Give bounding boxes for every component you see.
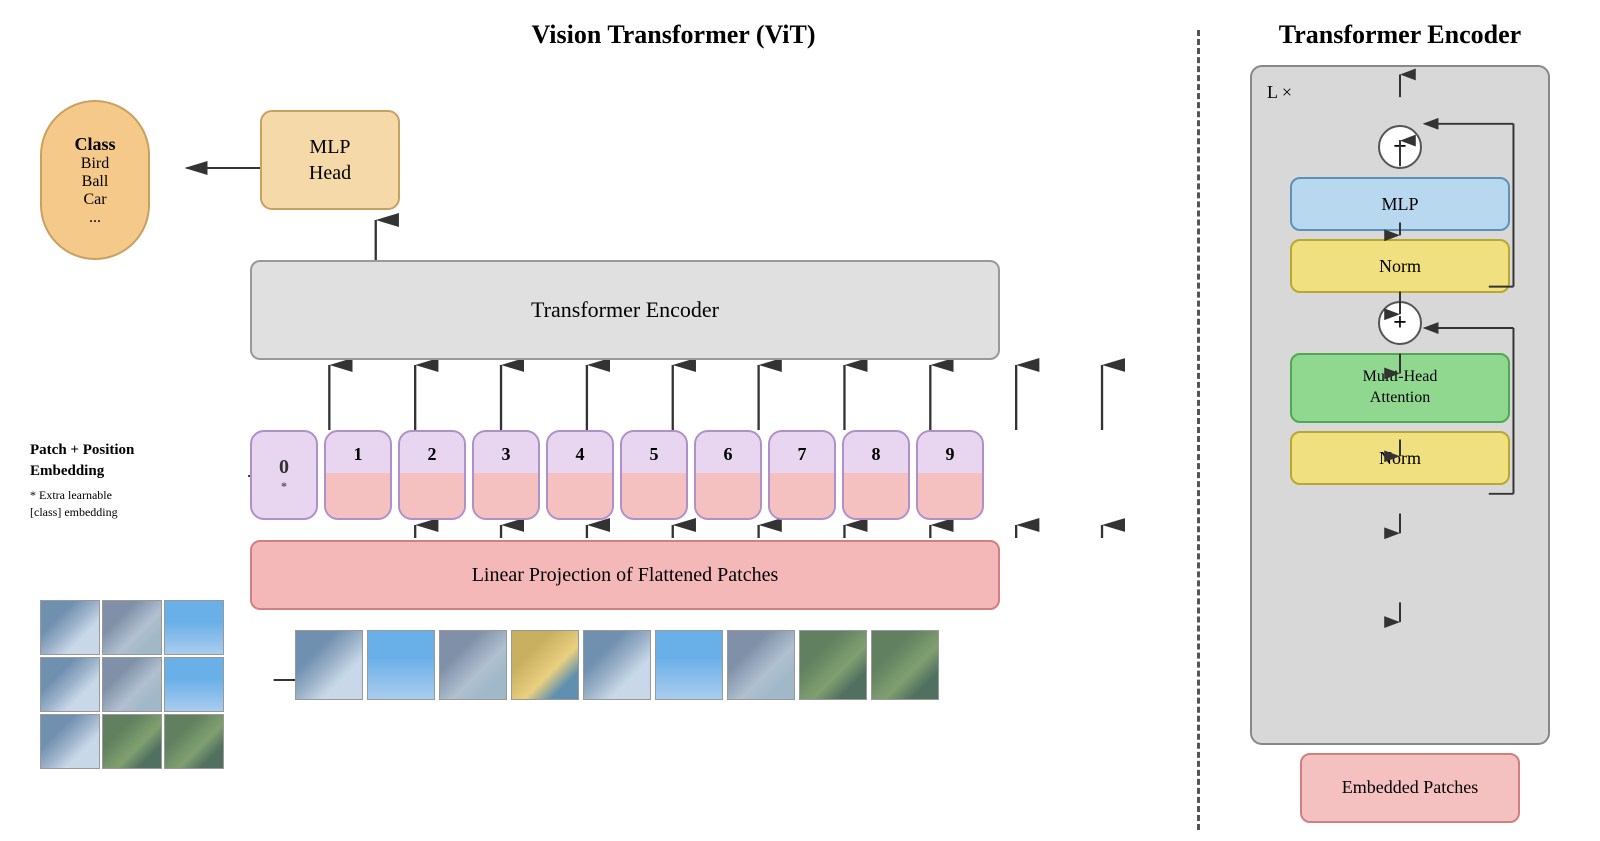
encoder-mlp-label: MLP bbox=[1381, 194, 1418, 215]
token-bottom-4 bbox=[548, 473, 612, 518]
mlp-head-label: MLPHead bbox=[309, 134, 351, 186]
flat-patch-8 bbox=[799, 630, 867, 700]
encoder-norm-top-label: Norm bbox=[1379, 256, 1421, 277]
lx-label: L × bbox=[1267, 82, 1292, 103]
class-item-ellipsis: ... bbox=[89, 209, 101, 227]
token-top-9: 9 bbox=[918, 432, 982, 477]
token-top-6: 6 bbox=[696, 432, 760, 477]
token-top-1: 1 bbox=[326, 432, 390, 477]
embedded-patches-box: Embedded Patches bbox=[1300, 753, 1520, 823]
token-top-7: 7 bbox=[770, 432, 834, 477]
extra-note: * Extra learnable[class] embedding bbox=[30, 487, 210, 521]
token-bottom-1 bbox=[326, 473, 390, 518]
token-4: 4 bbox=[546, 430, 614, 520]
transformer-encoder-label: Transformer Encoder bbox=[531, 297, 719, 323]
linear-projection-box: Linear Projection of Flattened Patches bbox=[250, 540, 1000, 610]
transformer-encoder-box: Transformer Encoder bbox=[250, 260, 1000, 360]
encoder-section: Transformer Encoder L × bbox=[1230, 20, 1570, 820]
token-num-0: 0 bbox=[279, 456, 289, 479]
token-star: * bbox=[281, 479, 287, 494]
class-label: Class bbox=[74, 134, 115, 155]
embedded-patches-label: Embedded Patches bbox=[1342, 775, 1478, 800]
source-patch-7 bbox=[40, 714, 100, 769]
linear-proj-label: Linear Projection of Flattened Patches bbox=[472, 564, 779, 587]
token-9: 9 bbox=[916, 430, 984, 520]
encoder-mlp-block: MLP bbox=[1290, 177, 1510, 231]
flat-patch-4 bbox=[511, 630, 579, 700]
plus-symbol-top: + bbox=[1393, 134, 1407, 161]
class-item-car: Car bbox=[83, 191, 106, 209]
encoder-norm-top: Norm bbox=[1290, 239, 1510, 293]
vit-section: Vision Transformer (ViT) bbox=[30, 20, 1167, 820]
flat-patch-2 bbox=[367, 630, 435, 700]
flat-patches-row bbox=[295, 630, 939, 700]
mlp-head-box: MLPHead bbox=[260, 110, 400, 210]
token-bottom-8 bbox=[844, 473, 908, 518]
flat-patch-3 bbox=[439, 630, 507, 700]
token-top-8: 8 bbox=[844, 432, 908, 477]
section-divider bbox=[1197, 30, 1200, 830]
encoder-norm-bottom-label: Norm bbox=[1379, 448, 1421, 469]
source-patch-1 bbox=[40, 600, 100, 655]
token-bottom-9 bbox=[918, 473, 982, 518]
class-item-ball: Ball bbox=[82, 173, 109, 191]
encoder-mha-label: Multi-HeadAttention bbox=[1363, 367, 1438, 409]
tokens-row: 0 * 1 2 3 4 5 bbox=[250, 430, 984, 520]
token-top-2: 2 bbox=[400, 432, 464, 477]
flat-patch-6 bbox=[655, 630, 723, 700]
source-patch-2 bbox=[102, 600, 162, 655]
class-bubble: Class Bird Ball Car ... bbox=[40, 100, 150, 260]
token-2: 2 bbox=[398, 430, 466, 520]
plus-symbol-bottom: + bbox=[1393, 310, 1407, 337]
source-patch-3 bbox=[164, 600, 224, 655]
token-6: 6 bbox=[694, 430, 762, 520]
vit-title: Vision Transformer (ViT) bbox=[180, 20, 1167, 50]
token-bottom-7 bbox=[770, 473, 834, 518]
source-patch-8 bbox=[102, 714, 162, 769]
token-8: 8 bbox=[842, 430, 910, 520]
source-patch-4 bbox=[40, 657, 100, 712]
token-bottom-2 bbox=[400, 473, 464, 518]
patch-pos-bold: Patch + PositionEmbedding bbox=[30, 442, 134, 479]
token-3: 3 bbox=[472, 430, 540, 520]
embedded-patches-wrapper: Embedded Patches bbox=[1250, 753, 1570, 823]
class-item-bird: Bird bbox=[81, 155, 109, 173]
token-7: 7 bbox=[768, 430, 836, 520]
flat-patch-5 bbox=[583, 630, 651, 700]
encoder-norm-bottom: Norm bbox=[1290, 431, 1510, 485]
token-top-4: 4 bbox=[548, 432, 612, 477]
token-bottom-3 bbox=[474, 473, 538, 518]
token-5: 5 bbox=[620, 430, 688, 520]
token-top-3: 3 bbox=[474, 432, 538, 477]
token-bottom-6 bbox=[696, 473, 760, 518]
token-0: 0 * bbox=[250, 430, 318, 520]
encoder-title: Transformer Encoder bbox=[1230, 20, 1570, 50]
source-patches-grid bbox=[40, 600, 224, 769]
flat-patch-1 bbox=[295, 630, 363, 700]
encoder-diagram: L × bbox=[1230, 65, 1570, 823]
encoder-outer-box: L × bbox=[1250, 65, 1550, 745]
flat-patch-9 bbox=[871, 630, 939, 700]
plus-circle-bottom: + bbox=[1378, 301, 1422, 345]
token-1: 1 bbox=[324, 430, 392, 520]
source-patch-9 bbox=[164, 714, 224, 769]
encoder-mha-block: Multi-HeadAttention bbox=[1290, 353, 1510, 423]
token-top-5: 5 bbox=[622, 432, 686, 477]
patch-position-label: Patch + PositionEmbedding * Extra learna… bbox=[30, 440, 210, 521]
plus-circle-top: + bbox=[1378, 125, 1422, 169]
flat-patch-7 bbox=[727, 630, 795, 700]
main-container: Vision Transformer (ViT) bbox=[0, 0, 1600, 841]
source-patch-6 bbox=[164, 657, 224, 712]
token-bottom-5 bbox=[622, 473, 686, 518]
source-patch-5 bbox=[102, 657, 162, 712]
